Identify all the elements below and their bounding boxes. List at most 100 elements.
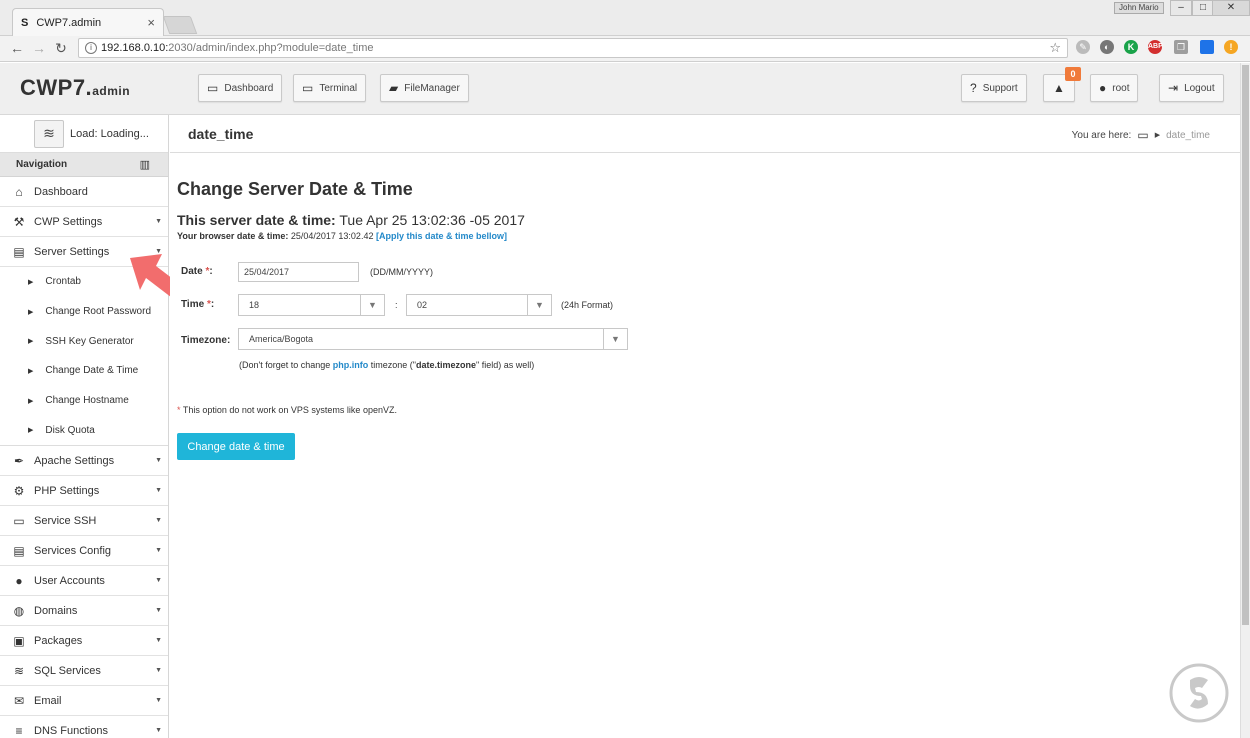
close-window-button[interactable]: ✕ xyxy=(1212,0,1250,16)
phpinfo-link[interactable]: php.info xyxy=(333,360,369,370)
sidebar-item-dashboard[interactable]: ⌂ Dashboard xyxy=(0,177,168,207)
back-arrow-icon[interactable]: ← xyxy=(8,40,26,56)
breadcrumb: You are here: ▭ ▶ date_time xyxy=(1072,128,1210,142)
time-label-text: Time xyxy=(181,299,205,310)
server-load-widget: ≋ Load: Loading... xyxy=(0,115,168,153)
breadcrumb-home-icon[interactable]: ▭ xyxy=(1137,128,1148,142)
support-button[interactable]: ? Support xyxy=(961,74,1027,102)
sidebar-item-label: Services Config xyxy=(34,544,112,557)
sidebar-item-label: Packages xyxy=(34,634,83,647)
caret-right-icon: ▶ xyxy=(28,278,34,286)
tz-hint-pre: (Don't forget to change xyxy=(239,360,333,370)
sidebar-subitem-change-hostname[interactable]: ▶ Change Hostname xyxy=(0,385,168,416)
sidebar-subitem-ssh-key-generator[interactable]: ▶ SSH Key Generator xyxy=(0,326,168,357)
caret-right-icon: ▶ xyxy=(28,308,34,316)
forward-arrow-icon[interactable]: → xyxy=(30,40,48,56)
minimize-button[interactable]: – xyxy=(1170,0,1192,16)
filemanager-button-label: FileManager xyxy=(404,82,460,94)
sidebar-item-services-config[interactable]: ▤ Services Config ▼ xyxy=(0,536,168,567)
terminal-button[interactable]: ▭ Terminal xyxy=(293,74,367,102)
sidebar: ≋ Load: Loading... Navigation ▥ ⌂ Dashboa… xyxy=(0,115,169,738)
sidebar-toggle-icon[interactable]: ▥ xyxy=(140,158,150,171)
reload-icon[interactable]: ↻ xyxy=(52,40,70,57)
sidebar-item-label: Server Settings xyxy=(34,245,110,258)
question-icon: ? xyxy=(970,81,977,95)
extension-pen-icon[interactable]: ✎ xyxy=(1076,40,1090,54)
sidebar-item-sql-services[interactable]: ≋ SQL Services ▼ xyxy=(0,656,168,687)
app-logo[interactable]: CWP7.admin xyxy=(20,75,130,101)
sidebar-subitem-change-date-time[interactable]: ▶ Change Date & Time xyxy=(0,356,168,386)
url-path: 2030/admin/index.php?module=date_time xyxy=(168,42,374,54)
adblock-icon[interactable]: ABP xyxy=(1148,40,1163,54)
change-date-time-button[interactable]: Change date & time xyxy=(177,433,295,460)
maximize-button[interactable]: □ xyxy=(1192,0,1214,16)
filemanager-button[interactable]: ▰ FileManager xyxy=(380,74,469,102)
chevron-down-icon[interactable]: ▼ xyxy=(360,295,384,315)
browser-datetime-label: Your browser date & time: xyxy=(177,231,289,241)
sidebar-subitem-label: SSH Key Generator xyxy=(45,335,134,347)
footnote-required-mark: * xyxy=(177,405,181,415)
sidebar-item-php-settings[interactable]: ⚙ PHP Settings ▼ xyxy=(0,476,168,507)
sidebar-item-packages[interactable]: ▣ Packages ▼ xyxy=(0,626,168,657)
profile-badge[interactable]: John Mario xyxy=(1114,2,1164,14)
logout-button[interactable]: ⇥ Logout xyxy=(1159,74,1224,102)
breadcrumb-label: You are here: xyxy=(1071,129,1132,141)
minute-select[interactable]: 02 ▼ xyxy=(406,294,552,316)
bookmark-star-icon[interactable]: ☆ xyxy=(1049,39,1061,57)
user-menu-button[interactable]: ● root xyxy=(1090,74,1139,102)
chevron-down-icon[interactable]: ▼ xyxy=(603,329,627,349)
timezone-label: Timezone: xyxy=(181,335,231,346)
sidebar-item-cwp-settings[interactable]: ⚒ CWP Settings ▼ xyxy=(0,207,168,237)
scrollbar-thumb[interactable] xyxy=(1242,65,1249,625)
terminal-icon: ▭ xyxy=(302,81,314,95)
browser-toolbar: ← → ↻ i 192.168.0.10:2030/admin/index.ph… xyxy=(0,36,1250,62)
sidebar-subitem-disk-quota[interactable]: ▶ Disk Quota xyxy=(0,415,168,446)
chevron-down-icon[interactable]: ▼ xyxy=(527,295,551,315)
extension-k-icon[interactable]: K xyxy=(1124,40,1138,54)
vps-footnote: * This option do not work on VPS systems… xyxy=(177,405,397,415)
sidebar-subitem-label: Change Hostname xyxy=(45,395,129,407)
page-scrollbar[interactable] xyxy=(1240,63,1250,738)
sidebar-item-dns-functions[interactable]: ≡ DNS Functions ▼ xyxy=(0,716,168,738)
sidebar-subitem-label: Crontab xyxy=(45,276,81,288)
sidebar-item-service-ssh[interactable]: ▭ Service SSH ▼ xyxy=(0,506,168,537)
support-button-label: Support xyxy=(982,82,1018,94)
caret-right-icon: ▶ xyxy=(28,338,34,346)
sidebar-subitem-label: Change Date & Time xyxy=(45,365,139,377)
caret-down-icon: ▼ xyxy=(155,517,162,525)
date-label: Date *: xyxy=(181,266,213,277)
extension-blue-icon[interactable] xyxy=(1200,40,1214,54)
tab-close-icon[interactable]: × xyxy=(147,15,155,30)
database-icon: ≋ xyxy=(13,663,25,678)
sidebar-item-domains[interactable]: ◍ Domains ▼ xyxy=(0,596,168,627)
extension-copy-icon[interactable]: ❐ xyxy=(1174,40,1188,54)
sidebar-item-label: Email xyxy=(34,694,62,707)
new-tab-button[interactable] xyxy=(162,16,198,34)
browser-tab[interactable]: S CWP7.admin × xyxy=(12,8,164,36)
database-icon[interactable]: ≋ xyxy=(34,119,64,148)
hour-select[interactable]: 18 ▼ xyxy=(238,294,385,316)
timezone-select[interactable]: America/Bogota ▼ xyxy=(238,328,628,350)
load-text: Load: Loading... xyxy=(70,127,149,140)
tools-icon: ⚒ xyxy=(13,214,25,229)
home-icon: ⌂ xyxy=(15,184,23,199)
address-bar[interactable]: i 192.168.0.10:2030/admin/index.php?modu… xyxy=(78,38,1068,58)
extension-alert-icon[interactable]: ! xyxy=(1224,40,1238,54)
site-info-icon[interactable]: i xyxy=(85,42,97,54)
sidebar-item-apache-settings[interactable]: ✒ Apache Settings ▼ xyxy=(0,446,168,477)
user-icon: ● xyxy=(1099,81,1107,95)
extension-eye-icon[interactable]: ◐ xyxy=(1100,40,1114,54)
time-separator: : xyxy=(395,300,398,310)
apply-browser-datetime-link[interactable]: [Apply this date & time bellow] xyxy=(376,231,507,241)
dns-icon: ≡ xyxy=(15,723,23,738)
app-header: CWP7.admin ▭ Dashboard ▭ Terminal ▰ FileMan… xyxy=(0,63,1240,115)
caret-down-icon: ▼ xyxy=(155,547,162,555)
date-input[interactable]: 25/04/2017 xyxy=(238,262,359,282)
browser-datetime-line: Your browser date & time: 25/04/2017 13:… xyxy=(177,231,507,241)
caret-right-icon: ▶ xyxy=(28,397,34,405)
dashboard-button[interactable]: ▭ Dashboard xyxy=(198,74,283,102)
sidebar-item-user-accounts[interactable]: ● User Accounts ▼ xyxy=(0,566,168,597)
server-datetime-label: This server date & time: xyxy=(177,212,336,228)
sidebar-item-label: User Accounts xyxy=(34,574,105,587)
sidebar-item-email[interactable]: ✉ Email ▼ xyxy=(0,686,168,717)
